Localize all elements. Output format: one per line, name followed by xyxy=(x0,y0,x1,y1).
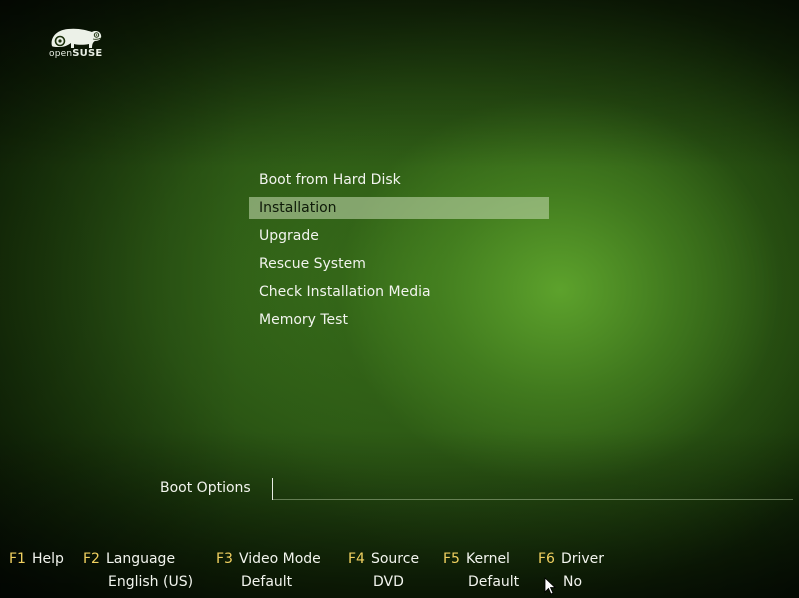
menu-item-installation[interactable]: Installation xyxy=(249,197,549,219)
fkey-f1-key: F1 xyxy=(9,551,26,567)
fkey-f2-value: English (US) xyxy=(108,574,194,590)
fkey-f6-driver[interactable]: F6 Driver xyxy=(538,551,604,567)
function-key-bar: F1 Help F2 Language English (US) F3 Video M… xyxy=(0,551,799,598)
mouse-pointer-icon xyxy=(544,577,556,595)
fkey-f6-label: Driver xyxy=(560,551,605,567)
fkey-f4-key: F4 xyxy=(348,551,365,567)
fkey-f2-label: Language xyxy=(105,551,176,567)
fkey-f5-value: Default xyxy=(468,574,520,590)
fkey-f5-key: F5 xyxy=(443,551,460,567)
menu-item-check-installation-media[interactable]: Check Installation Media xyxy=(249,281,549,303)
logo-prefix: open xyxy=(49,49,73,59)
opensuse-chameleon-icon xyxy=(51,28,102,48)
menu-item-rescue-system[interactable]: Rescue System xyxy=(249,253,549,275)
boot-options-label: Boot Options xyxy=(160,480,251,496)
menu-item-boot-from-hard-disk[interactable]: Boot from Hard Disk xyxy=(249,169,549,191)
fkey-f2-language[interactable]: F2 Language xyxy=(83,551,175,567)
menu-item-memory-test[interactable]: Memory Test xyxy=(249,309,549,331)
opensuse-wordmark: openSUSE xyxy=(49,48,102,59)
boot-menu: Boot from Hard Disk Installation Upgrade… xyxy=(249,169,549,337)
fkey-f3-key: F3 xyxy=(216,551,233,567)
fkey-f4-value: DVD xyxy=(373,574,404,590)
fkey-f3-video-mode[interactable]: F3 Video Mode xyxy=(216,551,321,567)
fkey-f2-key: F2 xyxy=(83,551,100,567)
boot-options: Boot Options xyxy=(160,478,793,502)
fkey-f1-label: Help xyxy=(31,551,64,567)
fkey-f6-key: F6 xyxy=(538,551,555,567)
fkey-f3-value: Default xyxy=(241,574,293,590)
fkey-f4-label: Source xyxy=(370,551,420,567)
fkey-f5-label: Kernel xyxy=(465,551,510,567)
logo-brand: SUSE xyxy=(72,48,103,59)
fkey-f6-value: No xyxy=(563,574,583,590)
menu-item-upgrade[interactable]: Upgrade xyxy=(249,225,549,247)
fkey-f3-label: Video Mode xyxy=(238,551,321,567)
fkey-f5-kernel[interactable]: F5 Kernel xyxy=(443,551,510,567)
boot-options-input[interactable] xyxy=(273,478,793,500)
fkey-f4-source[interactable]: F4 Source xyxy=(348,551,419,567)
fkey-f1-help[interactable]: F1 Help xyxy=(9,551,64,567)
